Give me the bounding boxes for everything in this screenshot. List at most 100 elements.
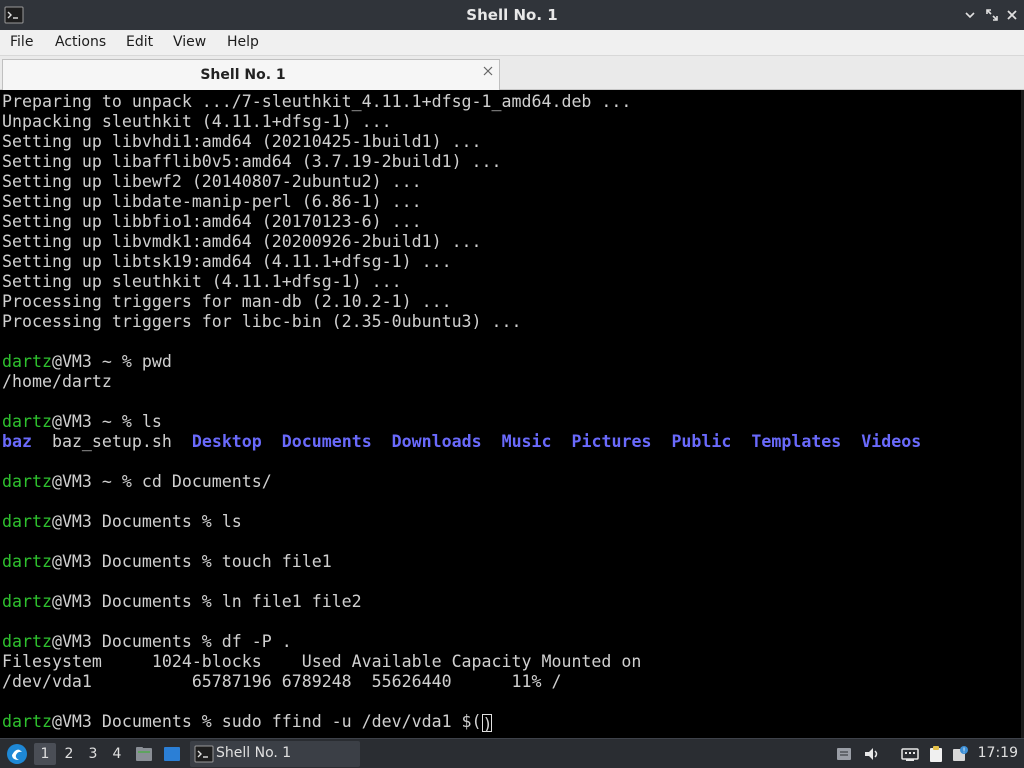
clock[interactable]: 17:19 [978,745,1018,761]
tab-close-icon[interactable] [481,64,495,78]
clipboard-icon[interactable] [926,744,946,764]
terminal-line: dartz@VM3 Documents % ls [2,512,1020,532]
volume-icon[interactable] [862,744,882,764]
terminal-line: /home/dartz [2,372,1020,392]
prompt-user: dartz [2,552,52,571]
updates-icon[interactable]: ! [950,744,970,764]
tab-label: Shell No. 1 [200,67,286,83]
prompt-user: dartz [2,712,52,731]
terminal-text: Setting up libdate-manip-perl (6.86-1) .… [2,192,422,211]
terminal-line: baz baz_setup.sh Desktop Documents Downl… [2,432,1020,452]
terminal-text: @VM3 Documents % df -P . [51,632,292,651]
terminal-line: dartz@VM3 ~ % ls [2,412,1020,432]
terminal-line: dartz@VM3 Documents % df -P . [2,632,1020,652]
workspace-4[interactable]: 4 [106,743,128,765]
terminal-text: Setting up libvhdi1:amd64 (20210425-1bui… [2,132,482,151]
menu-actions[interactable]: Actions [55,34,106,50]
prompt-user: dartz [2,412,52,431]
directory-entry: Downloads [391,432,482,451]
terminal-line: Setting up libafflib0v5:amd64 (3.7.19-2b… [2,152,1020,172]
terminal-text: @VM3 ~ % pwd [51,352,172,371]
terminal-text: @VM3 ~ % cd Documents/ [51,472,272,491]
maximize-icon[interactable] [984,7,1000,23]
workspace-1[interactable]: 1 [34,743,56,765]
terminal-line: Setting up sleuthkit (4.11.1+dfsg-1) ... [2,272,1020,292]
task-button-shell[interactable]: Shell No. 1 [190,741,360,767]
terminal-text: Processing triggers for man-db (2.10.2-1… [2,292,452,311]
terminal-text: Preparing to unpack .../7-sleuthkit_4.11… [2,92,632,111]
terminal-text: @VM3 Documents % sudo ffind -u /dev/vda1… [51,712,482,731]
terminal-text: Filesystem 1024-blocks Used Available Ca… [2,652,642,671]
terminal-line: dartz@VM3 Documents % touch file1 [2,552,1020,572]
directory-entry: Desktop [191,432,262,451]
lxqt-menu-icon[interactable] [6,743,28,765]
menu-file[interactable]: File [10,34,33,50]
terminal-line: Processing triggers for libc-bin (2.35-0… [2,312,1020,332]
terminal-line: dartz@VM3 ~ % cd Documents/ [2,472,1020,492]
terminal-text: /dev/vda1 65787196 6789248 55626440 11% … [2,672,562,691]
prompt-user: dartz [2,592,52,611]
close-icon[interactable] [1004,7,1020,23]
terminal-text: Setting up sleuthkit (4.11.1+dfsg-1) ... [2,272,402,291]
terminal-text: Setting up libvmdk1:amd64 (20200926-2bui… [2,232,482,251]
terminal-line: Setting up libtsk19:amd64 (4.11.1+dfsg-1… [2,252,1020,272]
terminal-line: Processing triggers for man-db (2.10.2-1… [2,292,1020,312]
tab-bar: Shell No. 1 [0,56,1024,90]
menu-view[interactable]: View [173,34,206,50]
terminal-text: Setting up libbfio1:amd64 (20170123-6) .… [2,212,422,231]
window-title: Shell No. 1 [466,6,558,24]
prompt-user: dartz [2,472,52,491]
menu-edit[interactable]: Edit [126,34,153,50]
terminal-text: baz_setup.sh [31,432,192,451]
prompt-user: dartz [2,352,52,371]
terminal-view[interactable]: Preparing to unpack .../7-sleuthkit_4.11… [0,90,1024,738]
terminal-text: @VM3 Documents % ln file1 file2 [51,592,362,611]
menubar: File Actions Edit View Help [0,30,1024,56]
taskbar: 1 2 3 4 Shell No. 1 ! 17:19 [0,738,1024,768]
terminal-icon [194,745,214,763]
network-icon[interactable] [900,744,920,764]
directory-entry: Pictures [571,432,652,451]
terminal-line: /dev/vda1 65787196 6789248 55626440 11% … [2,672,1020,692]
terminal-text: Setting up libtsk19:amd64 (4.11.1+dfsg-1… [2,252,452,271]
text-cursor: ) [481,714,493,734]
directory-entry: Videos [861,432,922,451]
directory-entry: Music [501,432,552,451]
terminal-text: @VM3 Documents % ls [51,512,242,531]
terminal-line: Setting up libvhdi1:amd64 (20210425-1bui… [2,132,1020,152]
workspace-3[interactable]: 3 [82,743,104,765]
terminal-text: @VM3 ~ % ls [51,412,162,431]
terminal-text: @VM3 Documents % touch file1 [51,552,332,571]
monitor-icon[interactable] [834,744,854,764]
menu-help[interactable]: Help [227,34,259,50]
terminal-text: Processing triggers for libc-bin (2.35-0… [2,312,522,331]
terminal-line: Setting up libewf2 (20140807-2ubuntu2) .… [2,172,1020,192]
workspace-2[interactable]: 2 [58,743,80,765]
terminal-line: dartz@VM3 Documents % ln file1 file2 [2,592,1020,612]
tab-shell-1[interactable]: Shell No. 1 [2,59,500,90]
show-desktop-icon[interactable] [162,744,182,764]
terminal-line: Unpacking sleuthkit (4.11.1+dfsg-1) ... [2,112,1020,132]
minimize-icon[interactable] [962,7,978,23]
terminal-text: /home/dartz [2,372,112,391]
terminal-line: Setting up libbfio1:amd64 (20170123-6) .… [2,212,1020,232]
file-manager-icon[interactable] [134,744,154,764]
terminal-line: Setting up libdate-manip-perl (6.86-1) .… [2,192,1020,212]
terminal-line: dartz@VM3 Documents % sudo ffind -u /dev… [2,712,1020,734]
terminal-line: dartz@VM3 ~ % pwd [2,352,1020,372]
window-titlebar[interactable]: Shell No. 1 [0,0,1024,30]
